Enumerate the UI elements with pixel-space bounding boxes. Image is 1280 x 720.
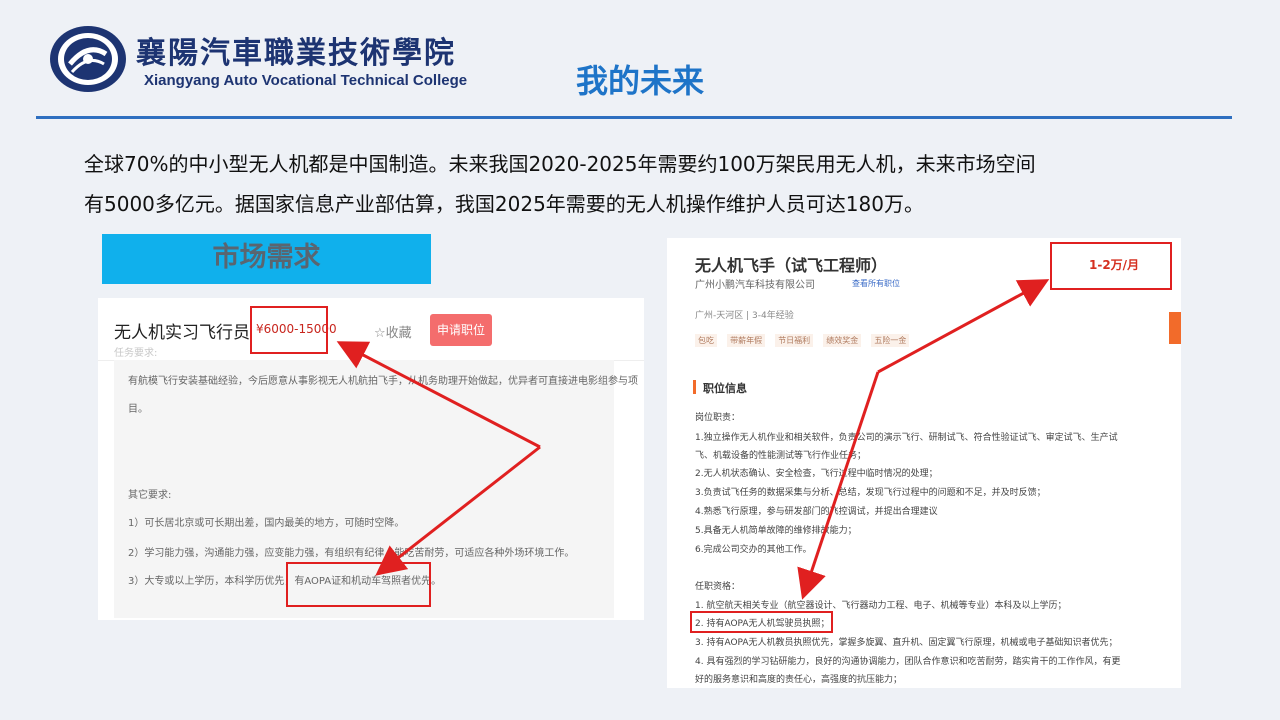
arrow-to-left-salary bbox=[336, 341, 541, 449]
arrow-to-left-aopa bbox=[375, 445, 541, 576]
arrow-to-right-aopa bbox=[797, 371, 880, 600]
arrow-to-right-salary bbox=[877, 279, 1050, 374]
annotation-arrows bbox=[336, 279, 1050, 600]
